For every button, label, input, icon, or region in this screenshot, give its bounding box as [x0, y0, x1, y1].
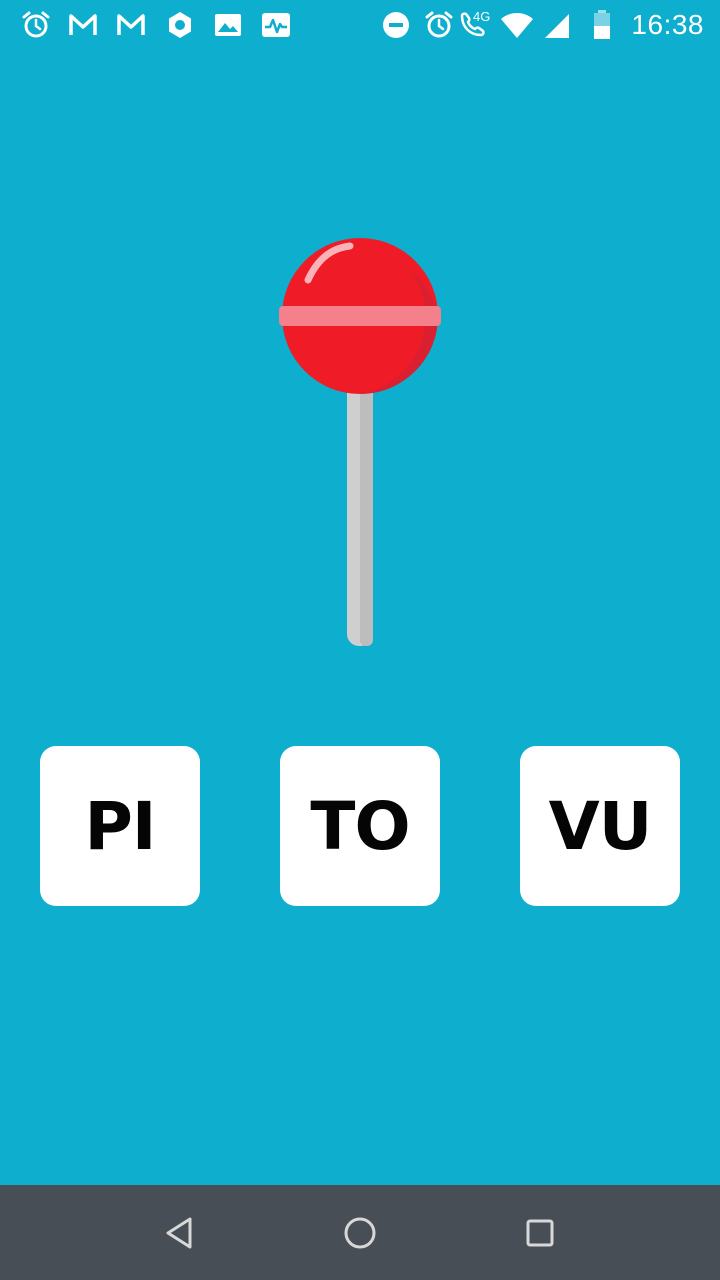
status-bar: 4G 16:38	[0, 0, 720, 50]
lollipop-icon	[279, 238, 441, 646]
gmail-icon	[117, 14, 145, 35]
alarm-icon	[425, 11, 453, 38]
battery-icon	[594, 10, 610, 39]
activity-icon	[262, 13, 290, 37]
answer-button-pi[interactable]: PI	[40, 746, 200, 906]
answer-options: PI TO VU	[40, 746, 680, 906]
home-icon[interactable]	[340, 1213, 380, 1253]
wifi-icon	[501, 13, 533, 38]
clock: 16:38	[631, 9, 704, 40]
recents-icon[interactable]	[520, 1213, 560, 1253]
signal-icon	[545, 14, 569, 38]
gallery-icon	[215, 14, 241, 36]
navigation-bar	[0, 1185, 720, 1280]
answer-label: PI	[84, 787, 157, 865]
back-icon[interactable]	[160, 1213, 200, 1253]
answer-label: VU	[548, 787, 653, 865]
gmail-icon	[69, 14, 97, 35]
network-type-label: 4G	[473, 9, 491, 24]
answer-button-vu[interactable]: VU	[520, 746, 680, 906]
alarm-icon	[22, 11, 50, 38]
answer-label: TO	[310, 787, 410, 865]
answer-button-to[interactable]: TO	[280, 746, 440, 906]
do-not-disturb-icon	[383, 12, 409, 38]
game-screen: 4G 16:38 PI TO VU	[0, 0, 720, 1280]
settings-icon	[169, 12, 191, 38]
